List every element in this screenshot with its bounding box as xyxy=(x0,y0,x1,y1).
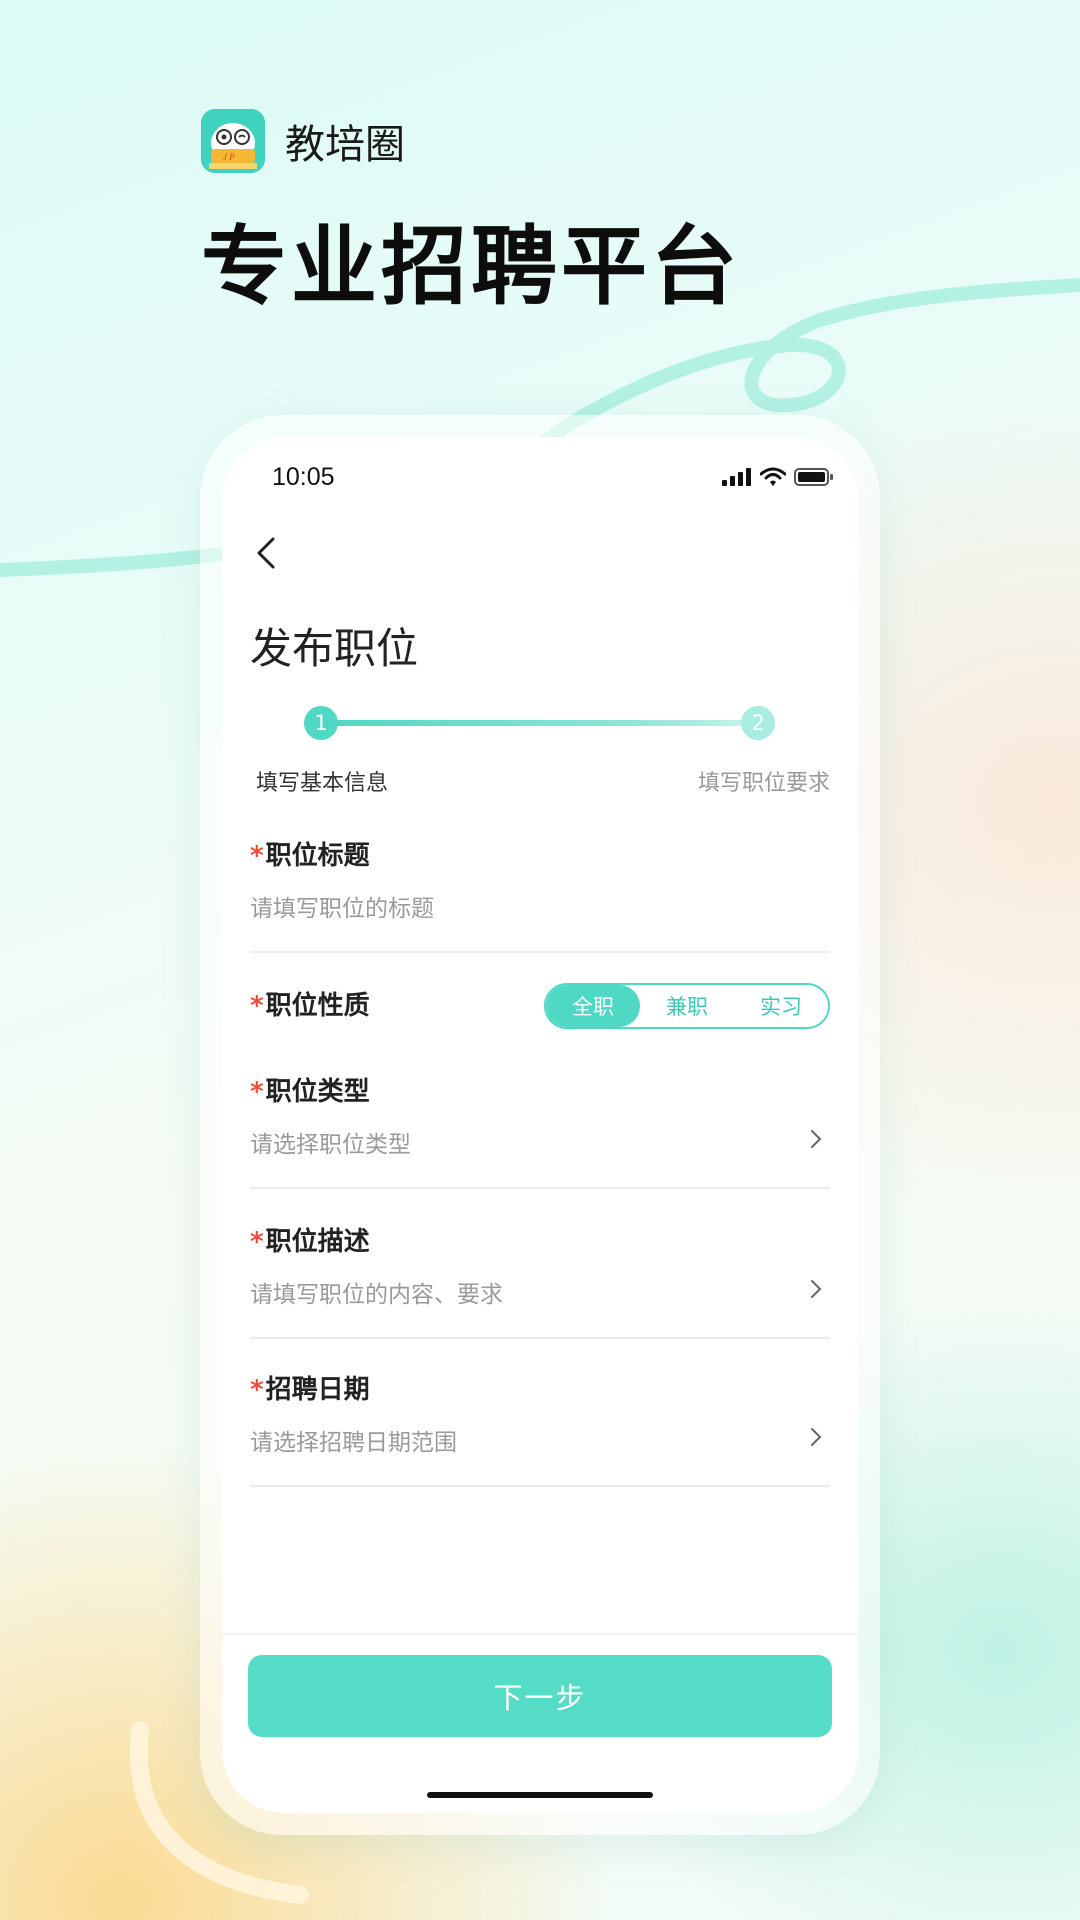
step-1-label: 填写基本信息 xyxy=(256,771,389,796)
back-button[interactable] xyxy=(246,533,286,573)
chevron-right-icon xyxy=(811,1130,822,1148)
divider xyxy=(250,1485,830,1487)
step-2-indicator: 2 xyxy=(741,706,775,740)
status-icons xyxy=(722,467,834,487)
step-progress: 1 2 填写基本信息 填写职位要求 xyxy=(250,695,830,805)
job-type-selector[interactable]: 请选择职位类型 xyxy=(250,1125,411,1159)
next-step-button[interactable]: 下一步 xyxy=(248,1655,832,1737)
job-title-label: *职位标题 xyxy=(250,841,370,871)
required-mark: * xyxy=(250,841,264,871)
page-title: 发布职位 xyxy=(250,624,419,673)
battery-icon xyxy=(794,468,833,486)
step-2-label: 填写职位要求 xyxy=(697,771,830,796)
owl-mascot-icon: J P xyxy=(201,109,265,173)
recruit-date-selector[interactable]: 请选择招聘日期范围 xyxy=(250,1423,457,1457)
brand-header: J P 教培圈 xyxy=(201,109,405,173)
job-type-label: *职位类型 xyxy=(250,1077,370,1107)
home-indicator xyxy=(427,1792,653,1798)
divider xyxy=(250,1187,830,1189)
status-time: 10:05 xyxy=(272,463,335,491)
segment-parttime[interactable]: 兼职 xyxy=(640,985,734,1027)
divider xyxy=(250,1337,830,1339)
divider xyxy=(250,951,830,953)
cellular-signal-icon xyxy=(722,468,751,486)
chevron-right-icon xyxy=(811,1280,822,1298)
job-nature-segmented-control: 全职 兼职 实习 xyxy=(544,983,830,1029)
chevron-right-icon xyxy=(811,1428,822,1446)
wifi-icon xyxy=(760,467,786,486)
svg-text:J P: J P xyxy=(223,152,235,162)
job-type-field[interactable]: *职位类型 请选择职位类型 xyxy=(250,1071,830,1193)
bottom-action-bar: 下一步 xyxy=(222,1633,858,1813)
job-description-input[interactable]: 请填写职位的内容、要求 xyxy=(250,1275,503,1309)
job-nature-field: *职位性质 全职 兼职 实习 xyxy=(250,983,830,1033)
step-1-indicator: 1 xyxy=(304,706,338,740)
job-description-field[interactable]: *职位描述 请填写职位的内容、要求 xyxy=(250,1221,830,1343)
recruit-date-field[interactable]: *招聘日期 请选择招聘日期范围 xyxy=(250,1369,830,1491)
recruit-date-label: *招聘日期 xyxy=(250,1375,370,1405)
step-progress-line xyxy=(330,720,766,726)
segment-internship[interactable]: 实习 xyxy=(734,985,828,1027)
brand-name: 教培圈 xyxy=(285,122,405,168)
phone-screen: 10:05 发布职位 1 2 填写基本信息 填写职位要求 *职位标题 请填写职位… xyxy=(222,437,858,1813)
headline: 专业招聘平台 xyxy=(201,217,741,317)
job-description-label: *职位描述 xyxy=(250,1227,370,1257)
job-title-field[interactable]: *职位标题 请填写职位的标题 xyxy=(250,835,830,957)
job-title-input[interactable]: 请填写职位的标题 xyxy=(250,889,434,923)
segment-fulltime[interactable]: 全职 xyxy=(546,985,640,1027)
chevron-left-icon xyxy=(257,537,275,569)
